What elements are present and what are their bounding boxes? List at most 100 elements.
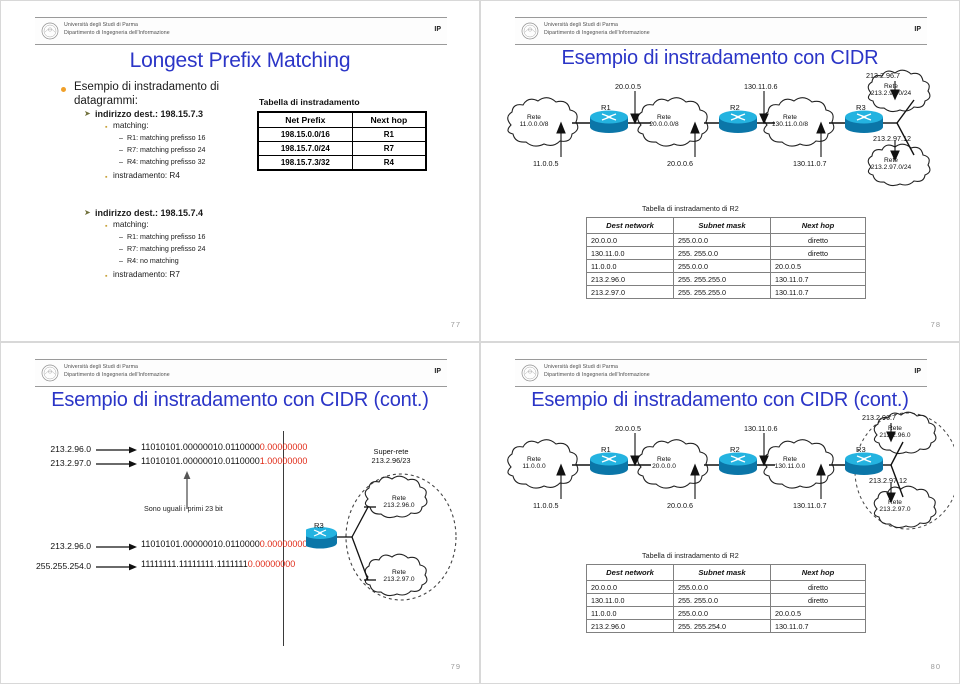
chevron-bullet-icon: ➤ bbox=[84, 109, 91, 118]
cell-net-prefix: 198.15.7.0/24 bbox=[257, 141, 353, 156]
router-label-r1: R1 bbox=[601, 103, 611, 112]
cell-dest-network: 130.11.0.0 bbox=[586, 593, 674, 607]
dash-icon: – bbox=[119, 158, 123, 166]
cloud-label-2: Rete 130.11.0.0/8 bbox=[771, 114, 809, 129]
slide-handout-page: Università degli Studi di Parma Dipartim… bbox=[0, 0, 960, 684]
router-label-r3: R3 bbox=[856, 103, 866, 112]
slide-title: Esempio di instradamento con CIDR (cont.… bbox=[51, 389, 429, 411]
dash-icon: – bbox=[119, 233, 123, 241]
slide-80: Università degli Studi di Parma Dipartim… bbox=[480, 342, 960, 684]
col-header: Dest network bbox=[586, 564, 674, 581]
col-header: Net Prefix bbox=[257, 111, 353, 128]
r2-table-caption: Tabella di instradamento di R2 bbox=[642, 204, 739, 213]
interface-top-2: 213.2.96.7 bbox=[862, 413, 896, 422]
cell-subnet-mask: 255.0.0.0 bbox=[673, 580, 771, 594]
table-row: 130.11.0.0 255. 255.0.0 diretto bbox=[586, 246, 866, 260]
binary-value-top-1: 11010101.00000010.01100001.00000000 bbox=[141, 456, 308, 466]
slide-header: Università degli Studi di Parma Dipartim… bbox=[515, 17, 927, 45]
cloud-label-1: Rete 20.0.0.0 bbox=[652, 456, 676, 471]
table-row: 198.15.7.0/24 R7 bbox=[257, 141, 427, 156]
interface-bottom-0: 11.0.0.5 bbox=[533, 159, 559, 168]
arrow-right-icon bbox=[96, 460, 137, 468]
case2-item-2: R4: no matching bbox=[127, 257, 179, 265]
supernet-label: Super-rete 213.2.96/23 bbox=[371, 447, 411, 465]
router-label-r1: R1 bbox=[601, 445, 611, 454]
table-row: 11.0.0.0 255.0.0.0 20.0.0.5 bbox=[586, 606, 866, 620]
router-label-r2: R2 bbox=[730, 103, 740, 112]
router-r3 bbox=[845, 110, 883, 133]
cell-dest-network: 11.0.0.0 bbox=[586, 259, 674, 273]
table-row: 130.11.0.0 255. 255.0.0 diretto bbox=[586, 593, 866, 607]
col-header: Dest network bbox=[586, 217, 674, 234]
binary-addr-bottom-0: 213.2.96.0 bbox=[50, 541, 91, 551]
university-seal-icon bbox=[41, 364, 59, 382]
table-row: 213.2.96.0 255. 255.255.0 130.11.0.7 bbox=[586, 272, 866, 286]
dash-icon: – bbox=[119, 146, 123, 154]
interface-bottom-2: 130.11.0.7 bbox=[793, 501, 827, 510]
header-university: Università degli Studi di Parma bbox=[544, 22, 619, 28]
router-r2 bbox=[719, 452, 757, 475]
routing-table-caption: Tabella di instradamento bbox=[259, 97, 360, 107]
case1-matching-label: matching: bbox=[113, 121, 149, 130]
slide-header: Università degli Studi di Parma Dipartim… bbox=[515, 359, 927, 387]
binary-value-bottom-1: 11111111.11111111.11111110.00000000 bbox=[141, 559, 296, 569]
sub-bullet-dot-icon: ▪ bbox=[105, 273, 108, 280]
table-row: 213.2.97.0 255. 255.255.0 130.11.0.7 bbox=[586, 285, 866, 299]
cell-subnet-mask: 255. 255.0.0 bbox=[673, 246, 771, 260]
case1-item-2: R4: matching prefisso 32 bbox=[127, 158, 206, 166]
binary-value-top-0: 11010101.00000010.01100000.00000000 bbox=[141, 442, 308, 452]
binary-addr-bottom-1: 255.255.254.0 bbox=[36, 561, 91, 571]
col-header: Next hop bbox=[351, 111, 427, 128]
cell-net-prefix: 198.15.0.0/16 bbox=[257, 127, 353, 142]
col-header: Subnet mask bbox=[673, 564, 771, 581]
router-r1 bbox=[590, 452, 628, 475]
arrow-right-icon bbox=[96, 563, 137, 571]
university-seal-icon bbox=[41, 22, 59, 40]
header-topic-tag: IP bbox=[914, 26, 921, 33]
table-row: 198.15.0.0/16 R1 bbox=[257, 127, 427, 142]
cell-subnet-mask: 255. 255.0.0 bbox=[673, 593, 771, 607]
interface-top-2: 213.2.96.7 bbox=[866, 71, 900, 80]
cloud-label-0: Rete 11.0.0.0 bbox=[522, 456, 546, 471]
binary-addr-top-1: 213.2.97.0 bbox=[50, 458, 91, 468]
r2-routing-table: Dest network Subnet mask Next hop 20.0.0… bbox=[586, 564, 866, 633]
header-department: Dipartimento di Ingegneria dell'Informaz… bbox=[64, 372, 170, 378]
cell-dest-network: 213.2.97.0 bbox=[586, 285, 674, 299]
page-number: 79 bbox=[450, 662, 461, 671]
cell-next-hop: R1 bbox=[351, 127, 427, 142]
interface-right: 213.2.97.12 bbox=[873, 134, 911, 143]
slide-header: Università degli Studi di Parma Dipartim… bbox=[35, 17, 447, 45]
page-number: 80 bbox=[930, 662, 941, 671]
slide-79: Università degli Studi di Parma Dipartim… bbox=[0, 342, 480, 684]
cloud-label-3: Rete 213.2.96.0/24 bbox=[870, 83, 912, 98]
arrow-right-icon bbox=[96, 446, 137, 454]
slide-header: Università degli Studi di Parma Dipartim… bbox=[35, 359, 447, 387]
university-seal-icon bbox=[521, 364, 539, 382]
case2-result: instradamento: R7 bbox=[113, 270, 180, 279]
case1-item-0: R1: matching prefisso 16 bbox=[127, 134, 206, 142]
router-r2 bbox=[719, 110, 757, 133]
sub-bullet-dot-icon: ▪ bbox=[105, 223, 108, 230]
router-r3 bbox=[306, 527, 337, 549]
university-seal-icon bbox=[521, 22, 539, 40]
routing-table: Net Prefix Next hop 198.15.0.0/16 R1 198… bbox=[257, 111, 427, 171]
cell-dest-network: 213.2.96.0 bbox=[586, 619, 674, 633]
cell-next-hop: diretto bbox=[770, 246, 866, 260]
slide-77: Università degli Studi di Parma Dipartim… bbox=[0, 0, 480, 342]
bullet-level1: Esempio di instradamento di datagrammi: bbox=[74, 81, 220, 107]
cloud-label-3: Rete 213.2.96.0 bbox=[879, 425, 911, 440]
interface-bottom-1: 20.0.0.6 bbox=[667, 159, 693, 168]
cloud-label-4: Rete 213.2.97.0 bbox=[879, 499, 911, 514]
case2-heading: indirizzo dest.: 198.15.7.4 bbox=[95, 208, 204, 218]
router-label-r3: R3 bbox=[314, 521, 324, 530]
router-label-r2: R2 bbox=[730, 445, 740, 454]
cell-subnet-mask: 255.0.0.0 bbox=[673, 259, 771, 273]
router-r1 bbox=[590, 110, 628, 133]
cell-subnet-mask: 255. 255.254.0 bbox=[673, 619, 771, 633]
cell-next-hop: R4 bbox=[351, 155, 427, 171]
cell-dest-network: 20.0.0.0 bbox=[586, 580, 674, 594]
header-topic-tag: IP bbox=[434, 368, 441, 375]
col-header: Subnet mask bbox=[673, 217, 771, 234]
table-row: 198.15.7.3/32 R4 bbox=[257, 155, 427, 171]
cell-next-hop: diretto bbox=[770, 233, 866, 247]
